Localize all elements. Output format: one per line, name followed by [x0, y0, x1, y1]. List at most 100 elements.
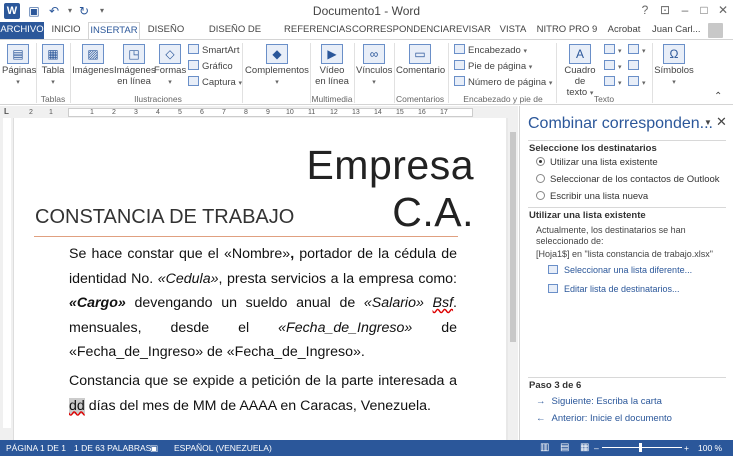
tab-correspondencia[interactable]: CORRESPONDENCIA [352, 22, 449, 39]
complementos-label: Complementos [245, 65, 309, 76]
scrollbar-thumb[interactable] [510, 132, 516, 342]
signature-line-button[interactable]: ▾ [628, 44, 646, 57]
window-title: Documento1 - Word [312, 4, 421, 18]
formas-button[interactable]: ◇ Formas ▾ [154, 42, 186, 88]
grafico-button[interactable]: Gráfico [188, 60, 233, 73]
ruler-number: 8 [244, 109, 248, 116]
comentario-button[interactable]: ▭ Comentario [396, 42, 445, 76]
smartart-icon [188, 44, 199, 54]
user-name[interactable]: Juan Carl... [652, 22, 701, 38]
cuadro-texto-button[interactable]: A Cuadro de texto ▾ [558, 42, 602, 99]
zoom-out-button[interactable]: – [594, 440, 599, 456]
object-button[interactable]: ▾ [628, 76, 646, 89]
pane-options-icon[interactable]: ▼ [704, 118, 712, 127]
tab-nitro-pro[interactable]: NITRO PRO 9 [536, 22, 598, 39]
vinculos-button[interactable]: ∞ Vínculos ▾ [356, 42, 392, 88]
minimize-button[interactable]: – [676, 2, 694, 18]
language-indicator[interactable]: ESPAÑOL (VENEZUELA) [174, 440, 272, 456]
edit-recipients-link[interactable]: Editar lista de destinatarios... [548, 283, 680, 295]
comment-icon: ▭ [409, 44, 431, 64]
chevron-down-icon: ▾ [618, 80, 622, 87]
tab-acrobat[interactable]: Acrobat [604, 22, 644, 39]
chevron-down-icon: ▾ [618, 48, 622, 55]
video-label-1: Vídeo [319, 65, 345, 76]
pane-divider [528, 377, 726, 378]
imagenes-linea-label-2: en línea [117, 76, 151, 87]
vertical-scrollbar[interactable] [508, 118, 518, 440]
screenshot-icon [188, 76, 199, 86]
paginas-button[interactable]: ▤ Páginas ▾ [2, 42, 37, 88]
document-page[interactable]: Empresa C.A. CONSTANCIA DE TRABAJO Se ha… [14, 118, 506, 440]
captura-button[interactable]: Captura ▾ [188, 76, 242, 89]
shapes-icon: ◇ [159, 44, 181, 64]
tab-vista[interactable]: VISTA [498, 22, 528, 39]
formas-label: Formas [154, 65, 187, 76]
zoom-slider[interactable] [602, 447, 682, 448]
next-step-link[interactable]: → Siguiente: Escriba la carta [536, 396, 662, 407]
header-icon [454, 44, 465, 54]
horizontal-ruler[interactable]: L 2 1 1 2 3 4 5 6 7 8 9 10 11 12 13 14 1… [0, 106, 518, 118]
collapse-ribbon-icon[interactable]: ⌃ [714, 90, 722, 103]
quick-parts-button[interactable]: ▾ [604, 44, 622, 57]
encabezado-button[interactable]: Encabezado ▾ [454, 44, 527, 57]
video-en-linea-button[interactable]: ▶ Vídeo en línea [312, 42, 352, 87]
simbolos-button[interactable]: Ω Símbolos ▾ [654, 42, 694, 88]
tab-selector-icon[interactable]: L [4, 107, 9, 116]
wordart-button[interactable]: ▾ [604, 60, 622, 73]
help-button[interactable]: ? [636, 2, 654, 18]
pane-title: Combinar corresponden... [528, 115, 713, 132]
proofing-icon[interactable]: ▣ [150, 440, 158, 456]
tab-diseno[interactable]: DISEÑO [146, 22, 186, 39]
pie-pagina-button[interactable]: Pie de página ▾ [454, 60, 532, 73]
link-icon: ∞ [363, 44, 385, 64]
merge-field-cedula: «Cedula» [157, 270, 219, 287]
imagenes-en-linea-button[interactable]: ◳ Imágenes en línea [114, 42, 156, 87]
close-icon[interactable]: ✕ [716, 114, 727, 130]
group-divider [36, 43, 37, 103]
date-time-button[interactable] [628, 60, 642, 73]
radio-lista-existente[interactable]: Utilizar una lista existente [536, 157, 658, 170]
tab-archivo[interactable]: ARCHIVO [0, 22, 44, 39]
imagenes-button[interactable]: ▨ Imágenes [72, 42, 114, 76]
pane-divider [528, 207, 726, 208]
tab-insertar[interactable]: INSERTAR [88, 22, 140, 40]
heading-rule [34, 236, 458, 237]
chevron-down-icon: ▾ [51, 79, 55, 86]
chevron-down-icon: ▾ [168, 79, 172, 86]
previous-step-link[interactable]: ← Anterior: Inicie el documento [536, 413, 672, 424]
zoom-slider-thumb[interactable] [639, 443, 642, 452]
numero-pagina-button[interactable]: Número de página ▾ [454, 76, 552, 89]
drop-cap-button[interactable]: ▾ [604, 76, 622, 89]
read-mode-icon[interactable]: ▥ [540, 440, 549, 456]
ribbon-display-options-button[interactable]: ⊡ [656, 2, 674, 18]
document-area[interactable]: Empresa C.A. CONSTANCIA DE TRABAJO Se ha… [14, 118, 510, 440]
group-divider [556, 43, 557, 103]
paragraph-closing[interactable]: Constancia que se expide a petición de l… [69, 369, 457, 418]
tab-diseno-pagina[interactable]: DISEÑO DE PÁGINA [192, 22, 278, 51]
paragraph-body[interactable]: Se hace constar que el «Nombre», portado… [69, 242, 457, 365]
web-layout-icon[interactable]: ▦ [580, 440, 589, 456]
page-count[interactable]: PÁGINA 1 DE 1 [6, 440, 66, 456]
tab-referencias[interactable]: REFERENCIAS [284, 22, 352, 39]
zoom-in-button[interactable]: + [684, 440, 689, 456]
document-heading[interactable]: CONSTANCIA DE TRABAJO [35, 206, 294, 229]
text-run: días del mes de MM de AAAA en Caracas, V… [84, 397, 431, 414]
maximize-button[interactable]: □ [695, 2, 713, 18]
radio-lista-nueva[interactable]: Escribir una lista nueva [536, 191, 648, 204]
radio-contactos-outlook[interactable]: Seleccionar de los contactos de Outlook [536, 174, 720, 187]
tabla-button[interactable]: ▦ Tabla ▾ [38, 42, 68, 88]
smartart-button[interactable]: SmartArt [188, 44, 239, 57]
word-count[interactable]: 1 DE 63 PALABRAS [74, 440, 151, 456]
video-label-2: en línea [315, 76, 349, 87]
vertical-ruler[interactable] [0, 118, 14, 440]
paginas-label: Páginas [2, 65, 37, 76]
tab-revisar[interactable]: REVISAR [446, 22, 494, 39]
ruler-number: 10 [286, 109, 294, 116]
print-layout-icon[interactable]: ▤ [560, 440, 569, 456]
zoom-level[interactable]: 100 % [698, 440, 722, 456]
select-different-list-link[interactable]: Seleccionar una lista diferente... [548, 264, 692, 276]
close-button[interactable]: ✕ [714, 2, 732, 18]
avatar[interactable] [708, 23, 723, 38]
complementos-button[interactable]: ◆ Complementos ▾ [244, 42, 310, 88]
tab-inicio[interactable]: INICIO [48, 22, 84, 39]
